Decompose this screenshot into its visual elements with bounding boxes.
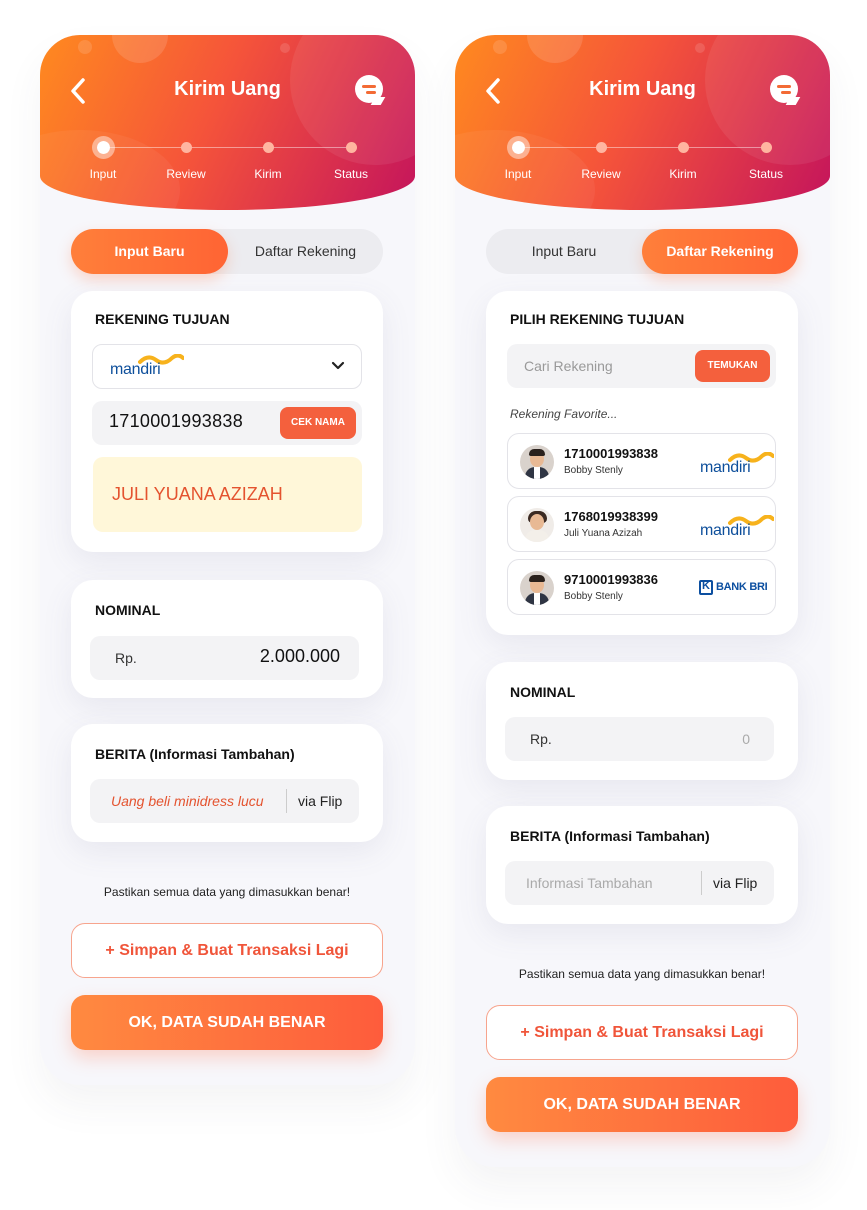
stepper-line bbox=[518, 147, 768, 148]
nominal-card: NOMINAL Rp. 0 bbox=[486, 662, 798, 780]
tab-switcher: Input Baru Daftar Rekening bbox=[71, 229, 383, 274]
header: Kirim Uang Input Review Kirim Status bbox=[455, 35, 830, 210]
note-field[interactable]: Uang beli minidress lucu via Flip bbox=[90, 779, 359, 823]
search-account-field[interactable]: Cari Rekening TEMUKAN bbox=[507, 344, 776, 388]
berita-card: BERITA (Informasi Tambahan) Uang beli mi… bbox=[71, 724, 383, 842]
step-label-input: Input bbox=[504, 167, 532, 181]
note-value: Uang beli minidress lucu bbox=[111, 793, 264, 809]
confirm-text: Pastikan semua data yang dimasukkan bena… bbox=[518, 967, 766, 981]
step-dot-review bbox=[595, 142, 607, 153]
avatar bbox=[520, 508, 554, 542]
mandiri-logo: mandiri bbox=[700, 515, 776, 539]
tab-daftar-rekening[interactable]: Daftar Rekening bbox=[228, 229, 383, 274]
step-dot-status bbox=[760, 142, 772, 153]
step-dot-input bbox=[506, 136, 530, 159]
step-dot-status bbox=[345, 142, 357, 153]
step-label-kirim: Kirim bbox=[254, 167, 282, 181]
note-field[interactable]: Informasi Tambahan via Flip bbox=[505, 861, 774, 905]
amount-value: 2.000.000 bbox=[259, 646, 340, 666]
chat-icon[interactable] bbox=[355, 75, 386, 105]
favorite-account-number: 9710001993836 bbox=[564, 572, 658, 587]
currency-label: Rp. bbox=[530, 731, 552, 747]
currency-label: Rp. bbox=[115, 650, 137, 666]
account-number-field[interactable]: 1710001993838 CEK NAMA bbox=[92, 401, 362, 445]
ok-button[interactable]: OK, DATA SUDAH BENAR bbox=[486, 1077, 798, 1132]
phone-screen-input-baru: Kirim Uang Input Review Kirim Status Inp… bbox=[40, 35, 415, 1085]
mandiri-logo: mandiri bbox=[700, 452, 776, 476]
account-name-box: JULI YUANA AZIZAH bbox=[93, 457, 362, 532]
amount-field[interactable]: Rp. 2.000.000 bbox=[90, 636, 359, 680]
note-placeholder: Informasi Tambahan bbox=[526, 875, 653, 891]
bank-select[interactable]: mandiri bbox=[92, 344, 362, 389]
step-label-status: Status bbox=[333, 167, 369, 181]
field-divider bbox=[701, 871, 702, 895]
save-and-new-button[interactable]: + Simpan & Buat Transaksi Lagi bbox=[71, 923, 383, 978]
favorite-label: Rekening Favorite... bbox=[510, 407, 618, 421]
mandiri-logo: mandiri bbox=[110, 354, 186, 378]
nominal-title: NOMINAL bbox=[510, 684, 576, 700]
berita-card: BERITA (Informasi Tambahan) Informasi Ta… bbox=[486, 806, 798, 924]
nominal-title: NOMINAL bbox=[95, 602, 161, 618]
favorite-account-name: Bobby Stenly bbox=[564, 591, 623, 602]
avatar bbox=[520, 445, 554, 479]
bri-logo: K BANK BRI bbox=[699, 580, 768, 596]
step-label-review: Review bbox=[166, 167, 206, 181]
step-dot-kirim bbox=[262, 142, 274, 153]
save-and-new-button[interactable]: + Simpan & Buat Transaksi Lagi bbox=[486, 1005, 798, 1060]
amount-value: 0 bbox=[742, 731, 750, 747]
berita-title: BERITA (Informasi Tambahan) bbox=[95, 746, 295, 762]
rekening-tujuan-card: REKENING TUJUAN mandiri 1710001993838 CE… bbox=[71, 291, 383, 552]
favorite-account-number: 1710001993838 bbox=[564, 446, 658, 461]
account-name: JULI YUANA AZIZAH bbox=[112, 484, 283, 504]
tab-switcher: Input Baru Daftar Rekening bbox=[486, 229, 798, 274]
pilih-rekening-card: PILIH REKENING TUJUAN Cari Rekening TEMU… bbox=[486, 291, 798, 635]
chevron-down-icon bbox=[331, 361, 345, 370]
card-title: REKENING TUJUAN bbox=[95, 311, 230, 327]
tab-daftar-rekening[interactable]: Daftar Rekening bbox=[642, 229, 798, 274]
favorite-account-item[interactable]: 9710001993836 Bobby Stenly K BANK BRI bbox=[507, 559, 776, 615]
confirm-text: Pastikan semua data yang dimasukkan bena… bbox=[103, 885, 351, 899]
step-label-status: Status bbox=[748, 167, 784, 181]
chat-icon[interactable] bbox=[770, 75, 801, 105]
phone-screen-daftar-rekening: Kirim Uang Input Review Kirim Status Inp… bbox=[455, 35, 830, 1167]
favorite-account-item[interactable]: 1768019938399 Juli Yuana Azizah mandiri bbox=[507, 496, 776, 552]
favorite-account-item[interactable]: 1710001993838 Bobby Stenly mandiri bbox=[507, 433, 776, 489]
tab-input-baru[interactable]: Input Baru bbox=[486, 229, 642, 274]
nominal-card: NOMINAL Rp. 2.000.000 bbox=[71, 580, 383, 698]
favorite-account-name: Bobby Stenly bbox=[564, 465, 623, 476]
cek-nama-button[interactable]: CEK NAMA bbox=[280, 407, 356, 439]
tab-input-baru[interactable]: Input Baru bbox=[71, 229, 228, 274]
avatar bbox=[520, 571, 554, 605]
header: Kirim Uang Input Review Kirim Status bbox=[40, 35, 415, 210]
via-flip-label: via Flip bbox=[713, 875, 758, 891]
account-number-value: 1710001993838 bbox=[109, 411, 244, 431]
step-dot-input bbox=[91, 136, 115, 159]
step-label-input: Input bbox=[89, 167, 117, 181]
amount-field[interactable]: Rp. 0 bbox=[505, 717, 774, 761]
favorite-account-number: 1768019938399 bbox=[564, 509, 658, 524]
temukan-button[interactable]: TEMUKAN bbox=[695, 350, 770, 382]
card-title: PILIH REKENING TUJUAN bbox=[510, 311, 685, 327]
stepper-line bbox=[103, 147, 353, 148]
step-label-kirim: Kirim bbox=[669, 167, 697, 181]
favorite-account-name: Juli Yuana Azizah bbox=[564, 528, 643, 539]
step-label-review: Review bbox=[581, 167, 621, 181]
ok-button[interactable]: OK, DATA SUDAH BENAR bbox=[71, 995, 383, 1050]
search-placeholder: Cari Rekening bbox=[524, 358, 613, 374]
step-dot-kirim bbox=[677, 142, 689, 153]
berita-title: BERITA (Informasi Tambahan) bbox=[510, 828, 710, 844]
via-flip-label: via Flip bbox=[298, 793, 343, 809]
field-divider bbox=[286, 789, 287, 813]
step-dot-review bbox=[180, 142, 192, 153]
